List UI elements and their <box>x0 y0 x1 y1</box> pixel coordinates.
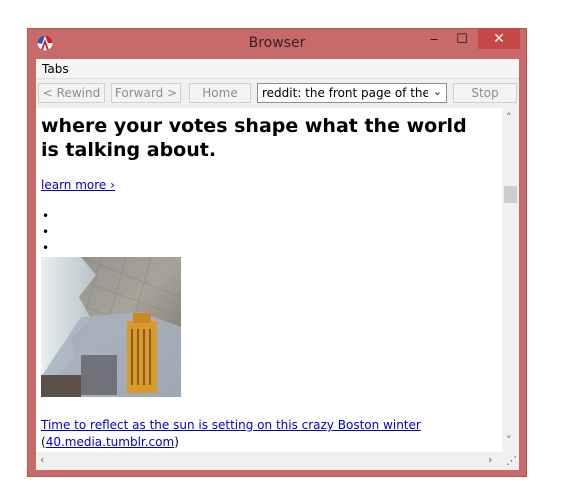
rewind-button[interactable]: < Rewind <box>38 83 105 103</box>
post-title-link[interactable]: Time to reflect as the sun is setting on… <box>41 418 421 432</box>
scroll-left-arrow-icon[interactable]: ‹ <box>40 453 44 466</box>
post-thumbnail-image[interactable] <box>41 257 181 397</box>
learn-more-link[interactable]: learn more › <box>41 178 115 192</box>
vertical-scrollbar[interactable]: ˄ ˅ <box>502 108 519 452</box>
post-domain: (40.media.tumblr.com) <box>41 435 179 449</box>
resize-grip-icon[interactable]: ⋰ <box>502 452 519 469</box>
page-select[interactable]: reddit: the front page of the internet ⌄ <box>257 83 447 103</box>
list-bullet: • <box>42 241 50 255</box>
vertical-scroll-thumb[interactable] <box>504 186 517 203</box>
maximize-button[interactable]: ☐ <box>451 29 473 49</box>
menu-tabs[interactable]: Tabs <box>42 62 69 76</box>
navigation-toolbar: < Rewind Forward > Home reddit: the fron… <box>36 79 519 107</box>
page-content: where your votes shape what the world is… <box>36 108 502 452</box>
home-button[interactable]: Home <box>189 83 251 103</box>
scroll-up-arrow-icon[interactable]: ˄ <box>506 111 512 124</box>
list-bullet: • <box>42 225 50 239</box>
scroll-down-arrow-icon[interactable]: ˅ <box>506 434 512 447</box>
post-domain-link[interactable]: 40.media.tumblr.com <box>46 435 175 449</box>
page-select-value: reddit: the front page of the internet <box>262 86 428 100</box>
close-button[interactable]: ✕ <box>478 29 520 49</box>
title-bar[interactable]: Browser ‒ ☐ ✕ <box>28 29 526 59</box>
chevron-down-icon: ⌄ <box>432 85 442 98</box>
horizontal-scrollbar[interactable]: ‹ › <box>36 452 502 469</box>
menu-bar: Tabs <box>36 59 519 79</box>
stop-button[interactable]: Stop <box>453 83 517 103</box>
page-headline: where your votes shape what the world is… <box>41 115 467 161</box>
domain-paren-close: ) <box>174 435 179 449</box>
window-client: Tabs < Rewind Forward > Home reddit: the… <box>36 59 519 470</box>
browser-window: Browser ‒ ☐ ✕ Tabs < Rewind Forward > Ho… <box>27 28 527 477</box>
forward-button[interactable]: Forward > <box>111 83 181 103</box>
minimize-button[interactable]: ‒ <box>423 29 445 49</box>
resize-grip-glyph: ⋰ <box>506 454 517 467</box>
list-bullet: • <box>42 209 50 223</box>
scroll-right-arrow-icon[interactable]: › <box>488 453 492 466</box>
